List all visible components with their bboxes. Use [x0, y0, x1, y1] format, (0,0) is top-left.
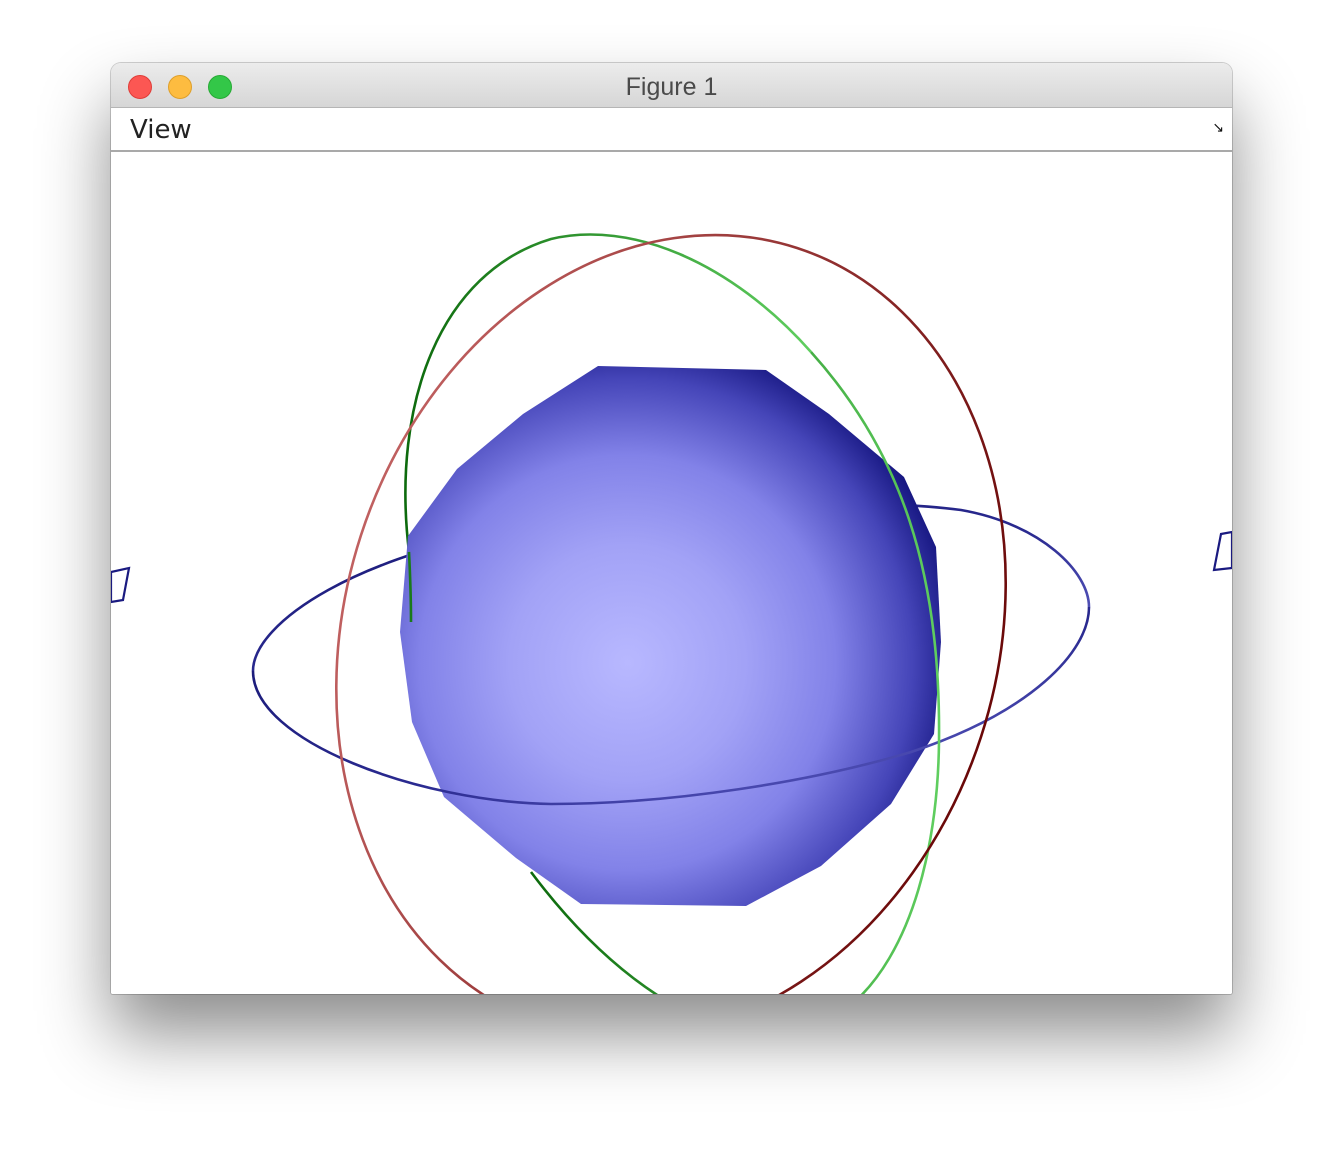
right-marker [1212, 530, 1232, 572]
scene-svg [111, 233, 1232, 994]
resize-icon[interactable]: ↘ [1212, 120, 1224, 136]
figure-window: Figure 1 View ↘ [111, 63, 1232, 994]
menu-bar: View ↘ [111, 108, 1232, 152]
left-marker [111, 566, 131, 604]
title-bar[interactable]: Figure 1 [111, 63, 1232, 108]
3d-canvas[interactable] [111, 152, 1232, 994]
menu-view[interactable]: View [130, 115, 192, 145]
sphere [400, 366, 941, 906]
window-title: Figure 1 [625, 73, 718, 101]
